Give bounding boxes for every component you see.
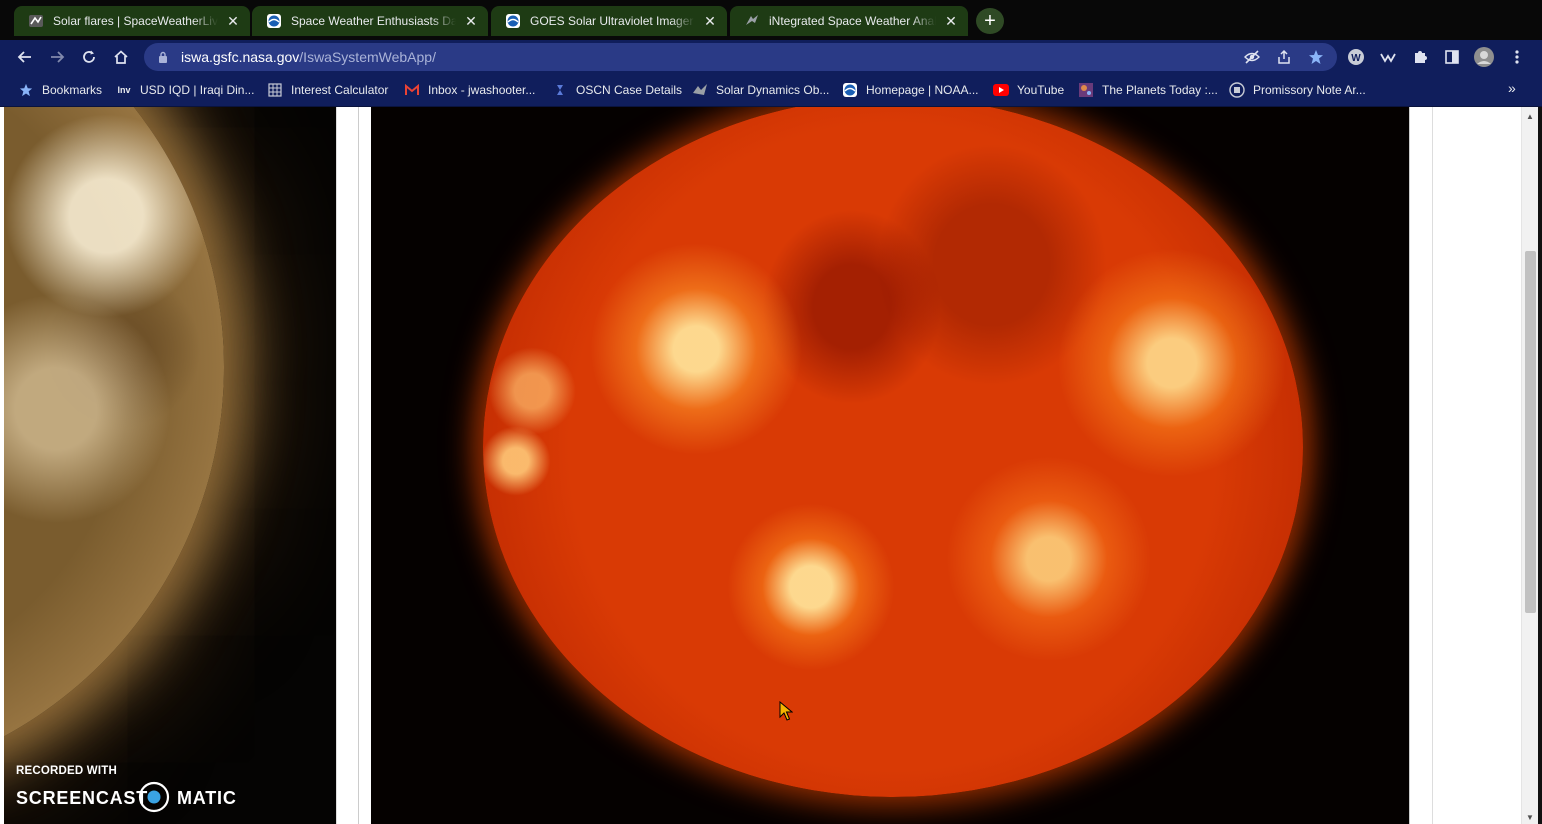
- bookmark-usd-iqd[interactable]: Inv USD IQD | Iraqi Din...: [116, 80, 254, 100]
- noaa-icon: [505, 13, 521, 29]
- screencast-logo-icon: [138, 781, 170, 813]
- bookmark-label: Homepage | NOAA...: [866, 83, 979, 97]
- bookmarks-overflow-chevron-icon[interactable]: »: [1508, 80, 1516, 96]
- sdo-icon: [692, 82, 708, 98]
- watermark-brand-right: MATIC: [177, 788, 237, 808]
- scrollbar-thumb[interactable]: [1525, 251, 1536, 613]
- bookmark-sdo[interactable]: Solar Dynamics Ob...: [692, 80, 829, 100]
- bookmark-promissory-note[interactable]: Promissory Note Ar...: [1229, 80, 1366, 100]
- home-button[interactable]: [108, 44, 134, 70]
- browser-toolbar: iswa.gsfc.nasa.gov/IswaSystemWebApp/ W: [0, 40, 1542, 74]
- panel-divider: [358, 107, 370, 824]
- sun-image-gold: [4, 107, 336, 824]
- sun-image-red: [371, 107, 1409, 824]
- address-bar[interactable]: iswa.gsfc.nasa.gov/IswaSystemWebApp/: [144, 43, 1337, 71]
- bookmark-planets-today[interactable]: The Planets Today :...: [1078, 80, 1218, 100]
- tab-strip: Solar flares | SpaceWeatherLive.com ✕ Sp…: [0, 0, 1542, 40]
- gmail-icon: [404, 82, 420, 98]
- bookmark-oscn[interactable]: OSCN Case Details: [552, 80, 682, 100]
- tab-goes-suvi[interactable]: GOES Solar Ultraviolet Imager (SUVI) ✕: [491, 6, 727, 36]
- extensions-puzzle-icon[interactable]: [1407, 44, 1433, 70]
- planets-icon: [1078, 82, 1094, 98]
- sun-disk-gold: [4, 107, 224, 787]
- bookmark-label: The Planets Today :...: [1102, 83, 1218, 97]
- bookmark-noaa[interactable]: Homepage | NOAA...: [842, 80, 979, 100]
- noaa-icon: [842, 82, 858, 98]
- panel-divider: [1409, 107, 1433, 824]
- reload-icon: [83, 50, 95, 63]
- bookmark-label: Inbox - jwashooter...: [428, 83, 536, 97]
- close-icon[interactable]: ✕: [224, 12, 242, 30]
- mouse-cursor-icon: [779, 701, 793, 721]
- tab-title: GOES Solar Ultraviolet Imager (SUVI): [530, 14, 695, 28]
- bookmark-gmail[interactable]: Inbox - jwashooter...: [404, 80, 535, 100]
- bookmark-label: Interest Calculator: [291, 83, 389, 97]
- bookmarks-bar: Bookmarks Inv USD IQD | Iraqi Din... Int…: [0, 74, 1542, 107]
- tab-spaceweatherlive[interactable]: Solar flares | SpaceWeatherLive.com ✕: [14, 6, 250, 36]
- star-icon: [18, 82, 34, 98]
- page-content: ▲ ▼: [0, 107, 1542, 824]
- back-arrow-icon: [17, 51, 31, 63]
- noaa-icon: [266, 13, 282, 29]
- tab-title: iNtegrated Space Weather Analysis: [769, 14, 936, 28]
- watermark-caption: RECORDED WITH: [16, 765, 117, 777]
- tab-iswa[interactable]: iNtegrated Space Weather Analysis ✕: [730, 6, 968, 36]
- screencast-watermark: RECORDED WITH SCREENCAST MATIC: [16, 765, 256, 815]
- extension-w-icon[interactable]: W: [1343, 44, 1369, 70]
- new-tab-button[interactable]: +: [976, 8, 1004, 34]
- oscn-icon: [552, 82, 568, 98]
- nasa-icon: [744, 13, 760, 29]
- calculator-icon: [267, 82, 283, 98]
- lock-icon[interactable]: [156, 50, 170, 64]
- vertical-scrollbar[interactable]: ▲ ▼: [1521, 107, 1538, 824]
- forward-button[interactable]: [44, 44, 70, 70]
- bookmark-label: Solar Dynamics Ob...: [716, 83, 830, 97]
- sun-disk-red: [483, 107, 1303, 797]
- bookmark-label: USD IQD | Iraqi Din...: [140, 83, 255, 97]
- close-icon[interactable]: ✕: [701, 12, 719, 30]
- bookmark-label: Promissory Note Ar...: [1253, 83, 1366, 97]
- reload-button[interactable]: [76, 44, 102, 70]
- close-icon[interactable]: ✕: [462, 12, 480, 30]
- url-path: /IswaSystemWebApp/: [299, 49, 436, 65]
- bookmark-label: YouTube: [1017, 83, 1065, 97]
- more-menu-icon[interactable]: [1504, 44, 1530, 70]
- panel-divider: [336, 107, 358, 824]
- investing-icon: Inv: [117, 85, 131, 95]
- bookmark-interest-calculator[interactable]: Interest Calculator: [267, 80, 388, 100]
- profile-avatar[interactable]: [1471, 44, 1497, 70]
- side-panel-icon[interactable]: [1439, 44, 1465, 70]
- scroll-up-arrow-icon[interactable]: ▲: [1522, 109, 1538, 123]
- blank-area: [1433, 107, 1521, 824]
- scroll-down-arrow-icon[interactable]: ▼: [1522, 810, 1538, 824]
- youtube-icon: [993, 82, 1009, 98]
- extension-hands-icon[interactable]: [1375, 44, 1401, 70]
- share-icon[interactable]: [1274, 47, 1294, 67]
- window-edge: [1538, 107, 1542, 824]
- back-button[interactable]: [12, 44, 38, 70]
- eye-slash-icon[interactable]: [1242, 47, 1262, 67]
- svg-text:W: W: [1351, 53, 1361, 64]
- bookmark-star-icon[interactable]: [1306, 47, 1326, 67]
- bookmark-label: OSCN Case Details: [576, 83, 683, 97]
- forward-arrow-icon: [51, 51, 65, 63]
- tab-title: Space Weather Enthusiasts Dashboard: [291, 14, 456, 28]
- bookmark-folder[interactable]: Bookmarks: [18, 80, 102, 100]
- document-icon: [1229, 82, 1245, 98]
- bookmark-label: Bookmarks: [42, 83, 103, 97]
- bookmark-youtube[interactable]: YouTube: [993, 80, 1064, 100]
- tab-space-weather-enthusiasts[interactable]: Space Weather Enthusiasts Dashboard ✕: [252, 6, 488, 36]
- url-host: iswa.gsfc.nasa.gov: [181, 49, 300, 65]
- home-icon: [114, 50, 128, 64]
- close-icon[interactable]: ✕: [942, 12, 960, 30]
- watermark-brand-left: SCREENCAST: [16, 788, 149, 808]
- spaceweatherlive-icon: [28, 13, 44, 29]
- tab-title: Solar flares | SpaceWeatherLive.com: [53, 14, 218, 28]
